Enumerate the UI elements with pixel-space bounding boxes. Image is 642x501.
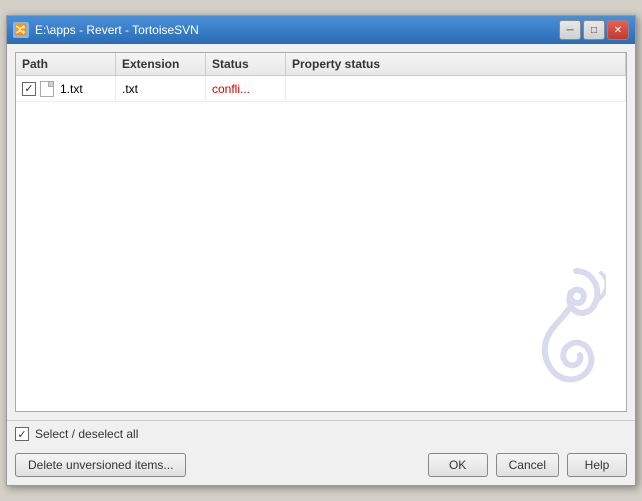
close-button[interactable]: ✕: [607, 20, 629, 40]
window-title: E:\apps - Revert - TortoiseSVN: [35, 23, 199, 37]
file-list-body: 1.txt .txt confli...: [16, 76, 626, 406]
table-row: 1.txt .txt confli...: [16, 76, 626, 102]
column-header-status[interactable]: Status: [206, 53, 286, 75]
cell-path-value: 1.txt: [60, 82, 83, 96]
file-list-header: Path Extension Status Property status: [16, 53, 626, 76]
cell-path: 1.txt: [16, 76, 116, 101]
cell-status: confli...: [206, 76, 286, 101]
row-checkbox[interactable]: [22, 82, 36, 96]
app-icon: 🔀: [13, 22, 29, 38]
cancel-button[interactable]: Cancel: [496, 453, 559, 477]
file-list-container: Path Extension Status Property status 1.…: [15, 52, 627, 412]
maximize-button[interactable]: □: [583, 20, 605, 40]
column-header-extension[interactable]: Extension: [116, 53, 206, 75]
select-all-checkbox[interactable]: [15, 427, 29, 441]
bottom-bar: Select / deselect all: [7, 420, 635, 447]
title-bar-left: 🔀 E:\apps - Revert - TortoiseSVN: [13, 22, 199, 38]
file-icon: [40, 81, 56, 97]
cell-extension: .txt: [116, 76, 206, 101]
title-bar: 🔀 E:\apps - Revert - TortoiseSVN ─ □ ✕: [7, 16, 635, 44]
select-all-label: Select / deselect all: [35, 427, 138, 441]
column-header-path[interactable]: Path: [16, 53, 116, 75]
minimize-button[interactable]: ─: [559, 20, 581, 40]
delete-unversioned-button[interactable]: Delete unversioned items...: [15, 453, 186, 477]
main-window: 🔀 E:\apps - Revert - TortoiseSVN ─ □ ✕ P…: [6, 15, 636, 486]
column-header-property-status[interactable]: Property status: [286, 53, 626, 75]
help-button[interactable]: Help: [567, 453, 627, 477]
window-body: Path Extension Status Property status 1.…: [7, 44, 635, 420]
cell-property-status: [286, 76, 626, 101]
title-bar-controls: ─ □ ✕: [559, 20, 629, 40]
button-row: Delete unversioned items... OK Cancel He…: [7, 447, 635, 485]
ok-button[interactable]: OK: [428, 453, 488, 477]
